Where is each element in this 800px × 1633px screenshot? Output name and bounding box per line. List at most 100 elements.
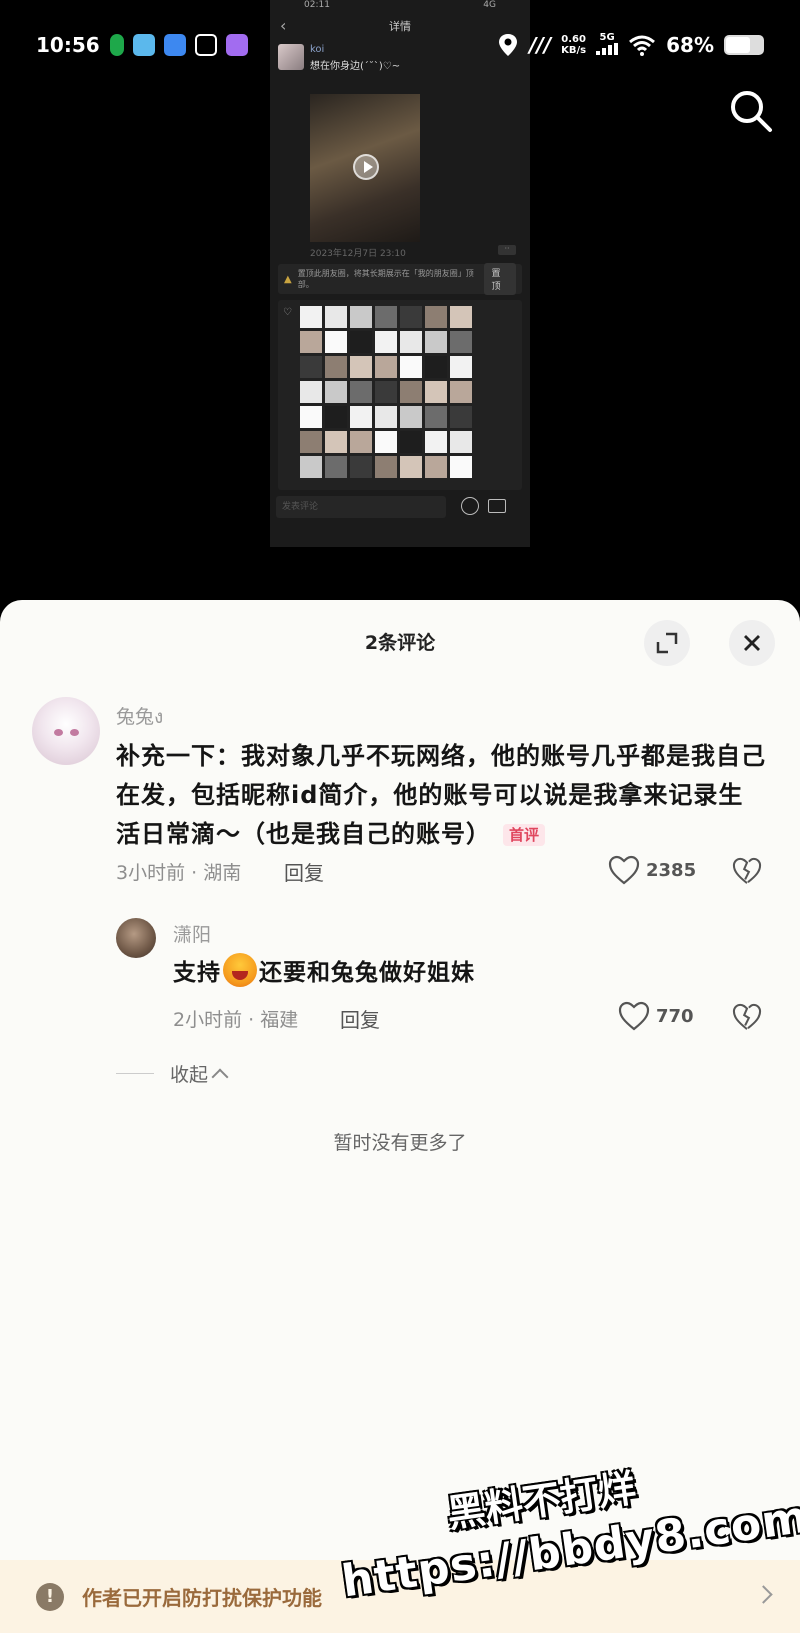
expand-icon — [656, 632, 678, 654]
reply-like-button[interactable]: 770 — [618, 1001, 694, 1031]
liker-avatar — [375, 331, 397, 353]
liker-avatar — [450, 406, 472, 428]
reply-avatar[interactable] — [116, 918, 156, 958]
liker-avatar — [425, 406, 447, 428]
embedded-status-network: 4G — [483, 0, 496, 10]
status-time: 10:56 — [36, 33, 100, 57]
network-speed: 0.60 KB/s — [561, 34, 586, 56]
liker-avatar — [350, 456, 372, 478]
liker-avatar — [375, 356, 397, 378]
speed-unit: KB/s — [561, 45, 587, 56]
network-type: 5G — [599, 32, 615, 43]
comment-meta: 3小时前 · 湖南 — [116, 862, 242, 884]
wifi-icon — [629, 35, 656, 56]
close-button[interactable] — [729, 620, 775, 666]
battery-icon — [724, 35, 764, 55]
liker-avatar — [375, 381, 397, 403]
comment-author[interactable]: 兔兔ง — [116, 702, 163, 732]
liker-avatar — [400, 331, 422, 353]
liker-avatar — [375, 406, 397, 428]
broken-heart-icon[interactable] — [732, 857, 762, 885]
image-icon — [488, 499, 506, 513]
reply-author[interactable]: 潇阳 — [173, 920, 211, 947]
signal-bars-icon — [596, 43, 619, 55]
liker-avatar — [350, 306, 372, 328]
first-comment-badge: 首评 — [503, 824, 546, 846]
cup-app-icon — [194, 34, 217, 56]
liker-avatar — [350, 406, 372, 428]
avatar-eye-left — [54, 729, 63, 736]
reply-text-before: 支持 — [173, 960, 221, 986]
liker-avatar — [325, 306, 347, 328]
embedded-comment-input: 发表评论 — [276, 496, 446, 518]
comment-avatar[interactable] — [32, 697, 100, 765]
liker-avatar — [325, 331, 347, 353]
comment-body: 补充一下：我对象几乎不玩网络，他的账号几乎都是我自己在发，包括昵称id简介，他的… — [116, 742, 766, 848]
collapse-replies-button[interactable]: 收起 — [116, 1060, 229, 1087]
like-count: 2385 — [646, 859, 697, 881]
liker-avatar — [400, 306, 422, 328]
heart-outline-icon: ♡ — [283, 307, 292, 318]
liker-avatar — [350, 381, 372, 403]
reply-text-after: 还要和兔兔做好姐妹 — [259, 960, 475, 986]
liker-avatar — [425, 356, 447, 378]
liker-avatar — [300, 456, 322, 478]
liker-avatar — [400, 381, 422, 403]
liker-avatar — [375, 456, 397, 478]
reply-text: 支持 还要和兔兔做好姐妹 — [173, 953, 475, 987]
pin-icon: ▲ — [284, 273, 292, 285]
more-dots-icon: ·· — [498, 245, 516, 255]
reply-button[interactable]: 回复 — [284, 857, 324, 886]
location-icon — [499, 34, 518, 56]
liker-avatar — [350, 356, 372, 378]
music-app-icon — [109, 34, 124, 56]
liker-avatar — [425, 306, 447, 328]
embedded-status-time: 02:11 — [304, 0, 330, 10]
speed-value: 0.60 — [561, 34, 586, 45]
liker-avatar — [450, 331, 472, 353]
liker-avatar — [425, 456, 447, 478]
liker-avatar — [425, 381, 447, 403]
liker-avatar — [450, 381, 472, 403]
notes-app-icon — [225, 34, 248, 56]
search-icon[interactable] — [728, 88, 774, 134]
liker-avatar — [400, 431, 422, 453]
status-bar: 10:56 /// 0.60 KB/s 5G 68% — [36, 28, 764, 62]
broken-heart-icon[interactable] — [732, 1003, 762, 1031]
liker-avatar — [325, 381, 347, 403]
embedded-likes-grid: ♡ — [278, 300, 522, 490]
signal: 5G — [596, 32, 619, 58]
status-right: /// 0.60 KB/s 5G 68% — [497, 32, 764, 58]
liker-avatar-grid — [300, 306, 472, 478]
comment-text: 补充一下：我对象几乎不玩网络，他的账号几乎都是我自己在发，包括昵称id简介，他的… — [116, 737, 766, 854]
liker-avatar — [350, 431, 372, 453]
liker-avatar — [325, 406, 347, 428]
liker-avatar — [300, 431, 322, 453]
screen: 02:11 4G ‹ 详情 koi 想在你身边(ˊ˘ˋ)♡~ 2023年12月7… — [0, 0, 800, 1633]
like-button[interactable]: 2385 — [608, 855, 696, 885]
liker-avatar — [400, 356, 422, 378]
liker-avatar — [375, 306, 397, 328]
embedded-post-date: 2023年12月7日 23:10 — [310, 249, 406, 259]
liker-avatar — [325, 356, 347, 378]
avatar-eye-right — [70, 729, 79, 736]
wallet-app-icon — [163, 34, 186, 56]
embedded-screenshot: 02:11 4G ‹ 详情 koi 想在你身边(ˊ˘ˋ)♡~ 2023年12月7… — [270, 0, 530, 547]
protection-text: 作者已开启防打扰保护功能 — [82, 1586, 322, 1610]
liker-avatar — [300, 331, 322, 353]
expand-button[interactable] — [644, 620, 690, 666]
liker-avatar — [300, 381, 322, 403]
collapse-divider — [116, 1073, 154, 1074]
reply-reply-button[interactable]: 回复 — [340, 1004, 380, 1033]
collapse-label: 收起 — [170, 1064, 209, 1086]
chevron-right-icon — [754, 1585, 773, 1604]
liker-avatar — [375, 431, 397, 453]
embedded-pin-bar: ▲ 置顶此朋友圈，将其长期展示在「我的朋友圈」顶部。 置顶 — [278, 263, 522, 295]
liker-avatar — [425, 431, 447, 453]
liker-avatar — [300, 356, 322, 378]
emoji-icon — [461, 497, 479, 515]
liker-avatar — [450, 431, 472, 453]
liker-avatar — [450, 306, 472, 328]
gallery-app-icon — [132, 34, 155, 56]
liker-avatar — [325, 431, 347, 453]
